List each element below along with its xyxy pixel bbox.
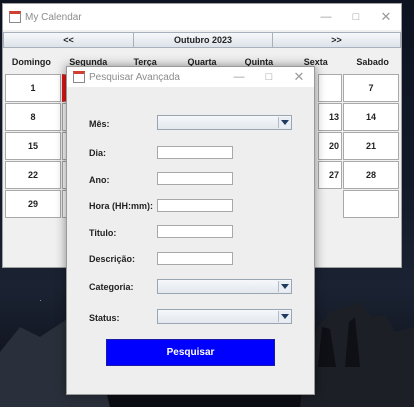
title-field[interactable] (157, 225, 233, 238)
day-cell[interactable] (343, 190, 399, 218)
window-title: My Calendar (25, 11, 82, 23)
year-label: Ano: (89, 175, 110, 185)
dialog-titlebar[interactable]: Pesquisar Avançada — □ ✕ (67, 67, 314, 87)
time-label: Hora (HH:mm): (89, 201, 153, 211)
close-icon[interactable]: ✕ (371, 9, 401, 25)
day-cell[interactable]: 7 (343, 74, 399, 102)
weekday-label: Sabado (356, 57, 389, 67)
category-combobox[interactable] (157, 279, 292, 294)
day-cell[interactable]: 1 (5, 74, 61, 102)
day-cell[interactable]: 22 (5, 161, 61, 189)
chevron-down-icon[interactable] (278, 311, 290, 322)
day-cell[interactable]: 21 (343, 132, 399, 160)
minimize-icon[interactable]: — (311, 11, 341, 23)
chevron-down-icon[interactable] (278, 117, 290, 128)
dialog-title: Pesquisar Avançada (89, 71, 180, 83)
status-label: Status: (89, 313, 120, 323)
prev-month-button[interactable]: << (3, 32, 134, 48)
category-label: Categoria: (89, 282, 134, 292)
month-label: Mês: (89, 119, 110, 129)
calendar-titlebar[interactable]: My Calendar — □ ✕ (3, 4, 401, 30)
day-cell[interactable]: 14 (343, 103, 399, 131)
day-cell[interactable]: 15 (5, 132, 61, 160)
advanced-search-dialog: Pesquisar Avançada — □ ✕ Mês: Dia: Ano: … (66, 66, 315, 395)
java-app-icon (9, 11, 21, 23)
next-month-button[interactable]: >> (272, 32, 401, 48)
description-label: Descrição: (89, 254, 136, 264)
day-label: Dia: (89, 148, 107, 158)
day-field[interactable] (157, 146, 233, 159)
title-label: Titulo: (89, 228, 117, 238)
weekday-label: Domingo (11, 57, 51, 67)
java-app-icon (73, 71, 85, 83)
maximize-icon[interactable]: □ (254, 71, 284, 83)
day-cell[interactable] (318, 74, 342, 102)
month-combobox[interactable] (157, 115, 292, 130)
maximize-icon[interactable]: □ (341, 11, 371, 23)
description-field[interactable] (157, 252, 233, 265)
day-cell[interactable]: 8 (5, 103, 61, 131)
day-cell[interactable]: 28 (343, 161, 399, 189)
day-cell[interactable]: 13 (318, 103, 342, 131)
chevron-down-icon[interactable] (278, 281, 290, 292)
search-button[interactable]: Pesquisar (106, 339, 275, 366)
year-field[interactable] (157, 172, 233, 185)
current-month-label: Outubro 2023 (134, 32, 272, 48)
minimize-icon[interactable]: — (224, 71, 254, 83)
day-cell[interactable]: 20 (318, 132, 342, 160)
day-cell[interactable]: 29 (5, 190, 61, 218)
time-field[interactable] (157, 199, 233, 212)
status-combobox[interactable] (157, 309, 292, 324)
month-navigation: << Outubro 2023 >> (3, 32, 401, 48)
close-icon[interactable]: ✕ (284, 69, 314, 85)
day-cell[interactable]: 27 (318, 161, 342, 189)
